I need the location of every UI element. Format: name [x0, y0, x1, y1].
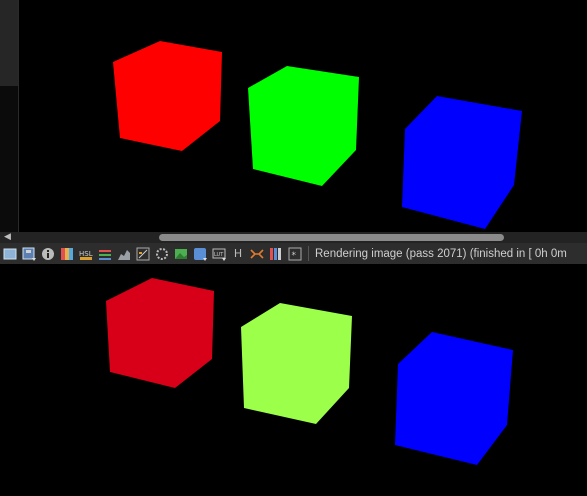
compare-ab-icon[interactable] — [250, 247, 264, 261]
channel-icon[interactable] — [269, 247, 283, 261]
color-correction-icon[interactable] — [60, 247, 74, 261]
curves-icon[interactable] — [117, 247, 131, 261]
render-status-text: Rendering image (pass 2071) (finished in… — [315, 247, 567, 260]
svg-text:HSL: HSL — [79, 250, 93, 258]
render-viewport-bottom[interactable] — [0, 264, 587, 496]
background-icon[interactable] — [174, 247, 188, 261]
frame-buffer-toolbar: HSL LUT H * Rendering image (pass 2071) … — [0, 243, 587, 264]
history-icon[interactable]: H — [231, 247, 245, 261]
blue-cube-shape — [402, 96, 522, 229]
svg-text:*: * — [292, 251, 297, 261]
toolbar-separator — [308, 246, 309, 261]
blue-cube-bottom-shape — [395, 332, 513, 465]
hsl-icon[interactable]: HSL — [79, 247, 93, 261]
red-cube — [113, 41, 522, 229]
levels-icon[interactable] — [98, 247, 112, 261]
red-cube-shape — [113, 41, 222, 151]
scene-bottom — [106, 278, 513, 465]
render-viewport-top[interactable] — [0, 0, 587, 232]
save-all-icon[interactable] — [22, 247, 36, 261]
lut-icon[interactable] — [155, 247, 169, 261]
histogram-icon[interactable] — [136, 247, 150, 261]
horizontal-scrollbar[interactable]: ◀ — [0, 232, 587, 243]
stamp-icon[interactable]: * — [288, 247, 302, 261]
lut-file-icon[interactable]: LUT — [212, 247, 226, 261]
green-cube-shape — [248, 66, 359, 186]
layer-icon[interactable] — [193, 247, 207, 261]
scrollbar-thumb[interactable] — [159, 234, 504, 241]
dark-red-cube-shape — [106, 278, 214, 388]
scroll-left-arrow-icon[interactable]: ◀ — [4, 233, 11, 242]
info-icon[interactable] — [41, 247, 55, 261]
save-image-icon[interactable] — [3, 247, 17, 261]
svg-text:LUT: LUT — [214, 252, 224, 258]
lime-cube-shape — [241, 303, 352, 424]
